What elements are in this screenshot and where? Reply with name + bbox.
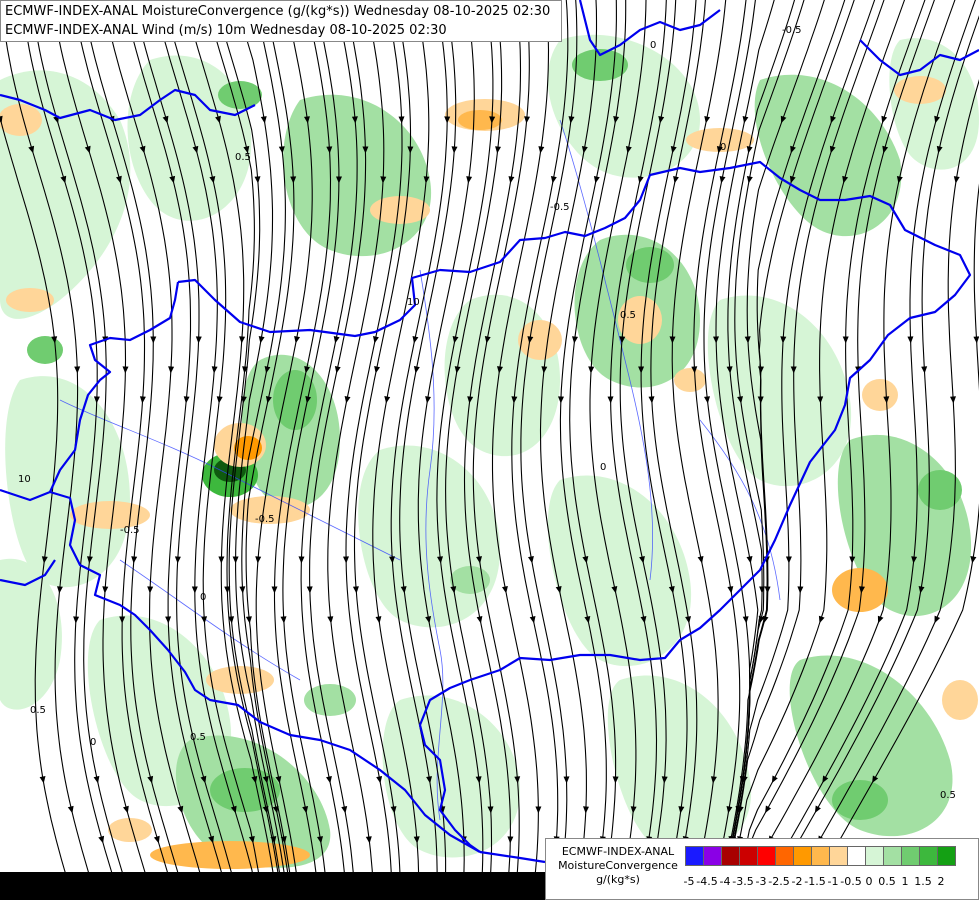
map-title-box: ECMWF-INDEX-ANAL MoistureConvergence (g/… [0, 0, 562, 42]
legend-tick-label: -3.5 [732, 875, 754, 888]
legend-tick-label: 0 [865, 875, 873, 888]
legend-swatch [685, 846, 704, 866]
legend-swatch [775, 846, 794, 866]
contour-label: -0.5 [782, 25, 802, 36]
legend-swatch [757, 846, 776, 866]
legend-swatch [937, 846, 956, 866]
legend-tick-label: -4 [719, 875, 731, 888]
contour-label: 0 [90, 737, 96, 748]
legend-swatches [685, 846, 956, 866]
legend-tick-label: -4.5 [696, 875, 718, 888]
legend-swatch [919, 846, 938, 866]
legend-model: ECMWF-INDEX-ANAL [561, 845, 675, 858]
contour-label: -0.5 [255, 514, 275, 525]
legend-tick-label: 1.5 [914, 875, 932, 888]
legend-tick-label: -2 [791, 875, 803, 888]
legend-swatch [739, 846, 758, 866]
legend-tick-label: -1.5 [804, 875, 826, 888]
legend-ticks: -5 -4.5 -4 -3.5 -3 -2.5 -2 -1.5 -1 -0.5 0 0.5 1 1.5 2 [683, 875, 979, 889]
legend-variable: MoistureConvergence [558, 859, 678, 872]
contour-label: 10 [407, 297, 420, 308]
legend-swatch [721, 846, 740, 866]
contour-label: -0.5 [120, 525, 140, 536]
contour-label: 0 [200, 592, 206, 603]
title-line-moisture: ECMWF-INDEX-ANAL MoistureConvergence (g/… [5, 4, 551, 19]
legend-tick-label: -3 [755, 875, 767, 888]
legend-unit: g/(kg*s) [596, 873, 640, 886]
contour-label: 0.5 [235, 152, 251, 163]
legend-swatch [793, 846, 812, 866]
contour-label: -0.5 [550, 202, 570, 213]
legend-tick-label: -1 [827, 875, 839, 888]
legend-tick-label: -0.5 [840, 875, 862, 888]
legend-swatch [829, 846, 848, 866]
contour-label: 0 [650, 40, 656, 51]
legend-tick-label: -5 [683, 875, 695, 888]
legend-swatch [883, 846, 902, 866]
color-legend: ECMWF-INDEX-ANAL MoistureConvergence g/(… [545, 838, 979, 900]
contour-label: 0.5 [190, 732, 206, 743]
contour-label: 0 [600, 462, 606, 473]
legend-swatch [901, 846, 920, 866]
legend-swatch [847, 846, 866, 866]
legend-swatch [865, 846, 884, 866]
legend-caption: ECMWF-INDEX-ANAL MoistureConvergence g/(… [550, 845, 686, 887]
legend-swatch [811, 846, 830, 866]
title-line-wind: ECMWF-INDEX-ANAL Wind (m/s) 10m Wednesda… [5, 23, 447, 38]
legend-tick-label: 1 [901, 875, 909, 888]
legend-tick-label: -2.5 [768, 875, 790, 888]
contour-label: 0.5 [30, 705, 46, 716]
legend-tick-label: 0.5 [878, 875, 896, 888]
legend-swatch [703, 846, 722, 866]
legend-tick-label: 2 [937, 875, 945, 888]
contour-label: 0 [720, 142, 726, 153]
contour-label: 10 [18, 474, 31, 485]
contour-label: 0.5 [940, 790, 956, 801]
weather-map: -0.5 0 0.5 10 -0.5 0.5 0 -0.5 0.5 0 10 0.5 0 -0.5 0.5 0 [0, 0, 979, 875]
contour-label: 0.5 [620, 310, 636, 321]
